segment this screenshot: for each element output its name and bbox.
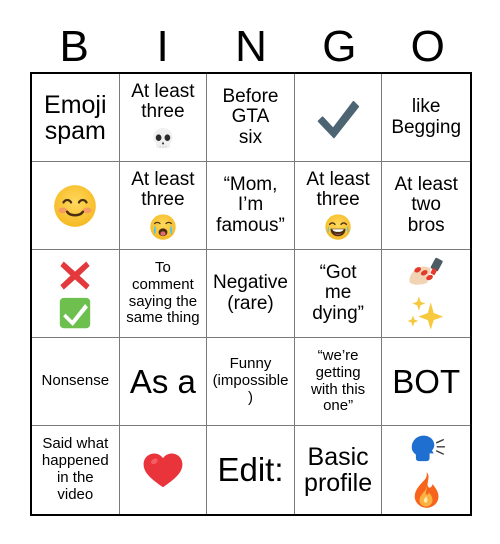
bingo-cell-text: Basic profile	[304, 443, 373, 497]
smiling-face-with-smiling-eyes-emoji	[52, 183, 98, 229]
bingo-cell-n1[interactable]: Before GTA six	[207, 74, 295, 162]
bingo-cell-b1[interactable]: Emoji spam	[32, 74, 120, 162]
fire-emoji	[407, 471, 445, 509]
bingo-cell-g5[interactable]: Basic profile	[294, 426, 383, 514]
bingo-cell-o4[interactable]: BOT	[382, 338, 470, 426]
bingo-cell-text: BOT	[392, 362, 461, 400]
cross-mark-and-check-mark-button-emoji	[57, 257, 93, 331]
bingo-cell-o2[interactable]: At least two bros	[382, 162, 470, 250]
smiling-face-with-smiling-eyes-emoji	[52, 183, 98, 229]
bingo-cell-text: Edit:	[217, 451, 284, 489]
bingo-header-letter-b: B	[59, 22, 89, 71]
skull-emoji	[149, 125, 177, 153]
bingo-cell-n2[interactable]: “Mom, I’m famous”	[207, 162, 295, 250]
bingo-cell-text: At least two bros	[394, 174, 458, 236]
bingo-cell-text: Funny (impossible)	[212, 355, 289, 406]
bingo-cell-b2[interactable]	[32, 162, 120, 250]
bingo-cell-text: At least three	[131, 80, 195, 122]
bingo-cell-i3[interactable]: To comment saying the same thing	[119, 250, 208, 338]
bingo-cell-text: Negative (rare)	[212, 272, 288, 314]
speaking-head-and-fire-emoji	[407, 432, 446, 509]
check-mark-button-emoji	[57, 295, 93, 331]
red-heart-emoji	[140, 447, 186, 493]
bingo-cell-text: Emoji spam	[44, 90, 107, 145]
bingo-cell-text: like Begging	[391, 96, 462, 138]
sparkles-emoji	[407, 294, 445, 332]
loudly-crying-face-emoji	[149, 213, 177, 241]
bingo-cell-b5[interactable]: Said what happened in the video	[32, 426, 120, 514]
bingo-cell-g3[interactable]: “Got me dying”	[294, 250, 383, 338]
speaking-head-emoji	[407, 432, 446, 470]
bingo-cell-i1[interactable]: At least three	[119, 74, 208, 162]
bingo-cell-text: At least three	[131, 168, 195, 210]
bingo-cell-b4[interactable]: Nonsense	[32, 338, 120, 426]
nail-polish-emoji	[407, 255, 445, 293]
face-with-tears-of-joy-emoji	[324, 213, 352, 241]
bingo-cell-g4[interactable]: “we’re getting with this one”	[294, 338, 383, 426]
bingo-card: B I N G O Emoji spam At least three Before GTA…	[0, 0, 500, 544]
bingo-cell-i4[interactable]: As a	[119, 338, 208, 426]
bingo-cell-text: At least three	[306, 168, 370, 210]
heavy-check-mark-emoji	[312, 92, 364, 144]
face-with-tears-of-joy-emoji	[324, 213, 352, 241]
nail-polish-and-sparkles-emoji	[407, 255, 445, 332]
bingo-header-letter-i: I	[156, 22, 169, 71]
bingo-cell-b3[interactable]	[32, 250, 120, 338]
bingo-cell-n4[interactable]: Funny (impossible)	[207, 338, 295, 426]
cross-mark-emoji	[57, 257, 93, 293]
bingo-header-letter-g: G	[322, 22, 357, 71]
bingo-cell-o3[interactable]	[382, 250, 470, 338]
bingo-cell-n3[interactable]: Negative (rare)	[207, 250, 295, 338]
bingo-cell-g1[interactable]	[294, 74, 383, 162]
bingo-cell-text: “Mom, I’m famous”	[216, 174, 285, 236]
heavy-check-mark-emoji	[312, 92, 364, 144]
bingo-grid: Emoji spam At least three Before GTA six li…	[30, 72, 472, 516]
bingo-cell-n5[interactable]: Edit:	[207, 426, 295, 514]
bingo-cell-o1[interactable]: like Begging	[382, 74, 470, 162]
red-heart-emoji	[140, 447, 186, 493]
bingo-header-letter-n: N	[235, 22, 267, 71]
bingo-cell-text: “Got me dying”	[312, 262, 364, 324]
skull-emoji	[149, 125, 177, 153]
bingo-cell-i2[interactable]: At least three	[119, 162, 208, 250]
bingo-cell-text: “we’re getting with this one”	[311, 346, 366, 415]
bingo-header-letter-o: O	[410, 22, 445, 71]
bingo-cell-text: Before GTA six	[222, 86, 279, 148]
bingo-cell-text: Said what happened in the video	[41, 435, 109, 503]
bingo-cell-o5[interactable]	[382, 426, 470, 514]
bingo-cell-text: To comment saying the same thing	[126, 258, 200, 327]
bingo-header-letters: BINGO	[30, 10, 472, 72]
loudly-crying-face-emoji	[149, 213, 177, 241]
bingo-cell-text: Nonsense	[41, 372, 110, 390]
bingo-cell-g2[interactable]: At least three	[294, 162, 383, 250]
bingo-cell-text: As a	[129, 362, 196, 400]
bingo-cell-i5[interactable]	[119, 426, 208, 514]
